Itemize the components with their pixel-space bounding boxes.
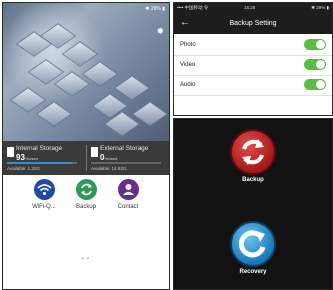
contact-app[interactable]: Contact (108, 179, 148, 210)
photo-toggle[interactable] (304, 39, 326, 50)
setting-label: Video (180, 62, 196, 68)
setting-row-video: Video (174, 56, 332, 76)
wifi-app[interactable]: WiFi-Q... (24, 179, 64, 210)
external-storage-available: Available: 14.92G (91, 166, 127, 171)
app-label: WiFi-Q... (32, 204, 56, 210)
audio-toggle[interactable] (304, 79, 326, 90)
page-title: Backup Setting (229, 20, 277, 27)
status-right: ✱ 29% ▮ (311, 5, 329, 10)
external-storage-card[interactable]: External Storage 0%Used Available: 14.92… (87, 145, 165, 173)
refresh-icon (238, 230, 266, 258)
main-screen: ✱ 29% ▮ ✹ Internal Storage 93%Used Avail… (2, 2, 170, 290)
status-bar: •••• 中国移动 令 15:28 ✱ 29% ▮ (177, 5, 329, 13)
person-icon (117, 179, 139, 200)
status-time: 15:28 (244, 5, 256, 10)
sync-icon (75, 179, 97, 200)
internal-storage-available: Available: 1.20G (7, 166, 40, 171)
recovery-button[interactable] (230, 221, 276, 267)
setting-row-audio: Audio (174, 76, 332, 96)
wifi-icon (33, 179, 55, 200)
app-label: Backup (75, 204, 96, 210)
sync-icon (242, 139, 264, 165)
app-label: Contact (117, 204, 139, 210)
backup-setting-screen: •••• 中国移动 令 15:28 ✱ 29% ▮ ← Backup Setti… (173, 2, 333, 116)
internal-storage-card[interactable]: Internal Storage 93%Used Available: 1.20… (3, 145, 81, 173)
backup-button[interactable] (230, 129, 276, 175)
app-grid: WiFi-Q... Backup Contact • • (3, 175, 169, 289)
page-indicator: • • (82, 256, 90, 262)
internal-storage-bar (7, 162, 77, 164)
backup-label: Backup (242, 177, 264, 183)
backup-app[interactable]: Backup (66, 179, 106, 210)
backup-recovery-screen: Backup Recovery (173, 118, 333, 290)
setting-row-photo: Photo (174, 36, 332, 56)
header: •••• 中国移动 令 15:28 ✱ 29% ▮ ← Backup Setti… (174, 3, 332, 34)
setting-label: Audio (180, 82, 196, 88)
external-storage-title: External Storage (100, 145, 149, 152)
setting-label: Photo (180, 42, 196, 48)
document-icon (7, 147, 14, 157)
document-icon (91, 147, 98, 157)
status-bar: ✱ 29% ▮ (3, 3, 169, 14)
storage-panel: Internal Storage 93%Used Available: 1.20… (3, 141, 169, 175)
internal-storage-title: Internal Storage (16, 145, 63, 152)
status-right: ✱ 29% ▮ (145, 6, 165, 12)
carrier-text: •••• 中国移动 令 (177, 5, 209, 10)
recovery-label: Recovery (239, 269, 267, 275)
external-storage-value: 0%Used (100, 153, 118, 162)
gear-icon[interactable]: ✹ (156, 26, 164, 37)
external-storage-bar (91, 162, 161, 164)
video-toggle[interactable] (304, 59, 326, 70)
internal-storage-value: 93%Used (16, 153, 38, 162)
hero-image (3, 3, 169, 141)
